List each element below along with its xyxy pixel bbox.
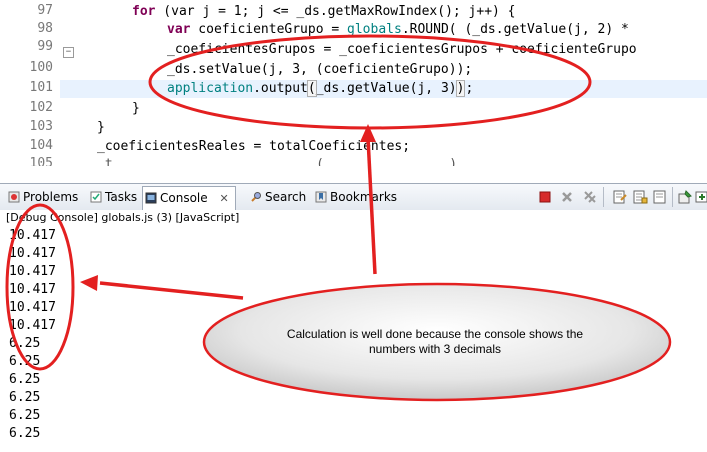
line-number: 105	[29, 156, 53, 166]
clear-console-icon[interactable]	[612, 189, 628, 205]
code-text: ;	[465, 81, 474, 96]
fold-toggle-icon[interactable]: −	[63, 47, 74, 58]
open-console-icon[interactable]	[694, 189, 707, 205]
code-editor[interactable]: 97 98 99 100 101 102 103 104 105 − for (…	[0, 0, 707, 166]
globals-identifier: globals	[347, 22, 402, 37]
search-icon	[251, 192, 261, 202]
line-number: 99	[37, 39, 53, 54]
remove-launch-icon[interactable]	[559, 189, 575, 205]
problems-icon	[8, 191, 20, 203]
line-number: 98	[37, 21, 53, 36]
tasks-icon	[90, 191, 102, 203]
console-output-line: 6.25	[9, 426, 41, 441]
line-number: 104	[29, 138, 53, 153]
callout-line: Calculation is well done because the con…	[286, 327, 584, 341]
tab-problems[interactable]: Problems	[6, 187, 78, 207]
code-text: .output	[253, 81, 308, 96]
code-line-97: for (var j = 1; j <= _ds.getMaxRowIndex(…	[132, 3, 516, 21]
console-output-line: 10.417	[9, 282, 56, 297]
callout-line: numbers with 3 decimals	[368, 342, 502, 356]
tab-label: Search	[265, 190, 307, 204]
tab-label: Bookmarks	[330, 190, 398, 204]
matching-bracket: (	[306, 80, 317, 97]
code-text: (var j = 1; j <= _ds.getMaxRowIndex(); j…	[155, 4, 516, 19]
tab-tasks[interactable]: Tasks	[88, 187, 137, 207]
tab-search[interactable]: Search	[248, 187, 306, 207]
console-output-line: 6.25	[9, 372, 41, 387]
terminate-icon[interactable]	[537, 189, 553, 205]
remove-all-terminated-icon[interactable]	[582, 189, 598, 205]
code-line-104: _coeficientesReales = totalCoeficientes;	[97, 139, 411, 154]
code-line-99: _coeficientesGrupos = _coeficientesGrupo…	[167, 42, 637, 57]
line-number: 101	[29, 80, 53, 95]
line-number: 100	[29, 60, 53, 75]
code-line-101: application.output(_ds.getValue(j, 3));	[167, 80, 473, 98]
code-line-100: _ds.setValue(j, 3, (coeficienteGrupo));	[167, 62, 473, 77]
scroll-lock-icon[interactable]	[632, 189, 648, 205]
line-number: 102	[29, 100, 53, 115]
callout-text: Calculation is well done because the con…	[255, 327, 615, 357]
view-tab-bar: Problems Tasks Console ✕ Search Bookmark…	[0, 183, 707, 211]
console-output-line: 6.25	[9, 336, 41, 351]
code-line-103: }	[97, 120, 105, 135]
console-output-line: 10.417	[9, 228, 56, 243]
toolbar-separator	[672, 187, 673, 207]
code-line-105: _t _ _ _ _ _ _ _ _ ( _ _ _ _ _ _ _)	[97, 157, 458, 166]
console-output-line: 6.25	[9, 354, 41, 369]
console-icon	[145, 192, 157, 204]
display-console-icon[interactable]	[652, 189, 668, 205]
console-output-line: 6.25	[9, 408, 41, 423]
code-line-98: var coeficienteGrupo = globals.ROUND( (_…	[167, 21, 637, 39]
tab-bookmarks[interactable]: Bookmarks	[313, 187, 397, 207]
code-area[interactable]: for (var j = 1; j <= _ds.getMaxRowIndex(…	[80, 0, 707, 166]
bookmarks-icon	[315, 191, 327, 203]
toolbar-separator	[603, 187, 604, 207]
console-output-line: 10.417	[9, 318, 56, 333]
console-output-line: 10.417	[9, 300, 56, 315]
code-text: coeficienteGrupo =	[190, 22, 348, 37]
console-output-line: 6.25	[9, 390, 41, 405]
pin-console-icon[interactable]	[677, 189, 693, 205]
keyword: var	[167, 22, 191, 37]
application-identifier: application	[167, 81, 254, 96]
tab-label: Console	[160, 191, 208, 205]
line-number: 97	[37, 3, 53, 18]
matching-bracket: )	[455, 80, 466, 97]
tab-label: Tasks	[105, 190, 138, 204]
line-number-gutter: 97 98 99 100 101 102 103 104 105	[0, 0, 60, 166]
console-header: [Debug Console] globals.js (3) [JavaScri…	[0, 210, 707, 226]
keyword: for	[132, 4, 156, 19]
console-output-line: 10.417	[9, 246, 56, 261]
code-line-102: }	[132, 101, 140, 116]
line-number: 103	[29, 119, 53, 134]
close-icon[interactable]: ✕	[219, 192, 228, 205]
tab-console[interactable]: Console ✕	[142, 186, 236, 211]
tab-label: Problems	[23, 190, 79, 204]
code-text: _ds.getValue(j, 3)	[315, 81, 457, 96]
console-output-line: 10.417	[9, 264, 56, 279]
code-text: .ROUND( (_ds.getValue(j, 2) *	[401, 22, 637, 37]
